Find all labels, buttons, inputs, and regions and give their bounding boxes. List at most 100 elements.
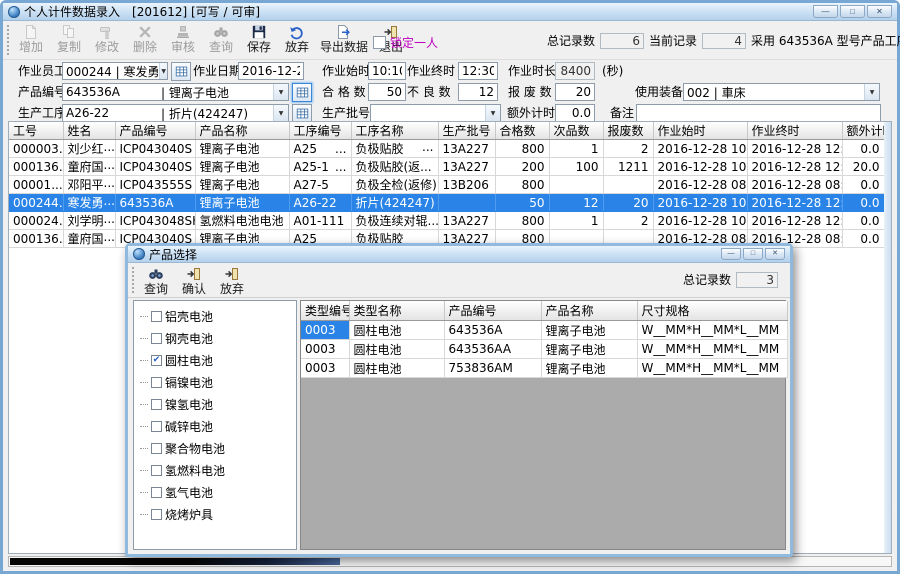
- lock-one-person-checkbox[interactable]: 锁定一人: [373, 34, 438, 51]
- table-cell[interactable]: [438, 194, 495, 212]
- table-cell[interactable]: 负极贴胶(返...: [351, 158, 438, 176]
- table-cell[interactable]: W__MM*H__MM*L__MM: [637, 359, 787, 378]
- batch-combo[interactable]: ▼: [370, 104, 501, 122]
- column-header[interactable]: 工号: [9, 122, 63, 140]
- table-cell[interactable]: 圆柱电池: [349, 340, 444, 359]
- minimize-button[interactable]: —: [721, 248, 741, 260]
- column-header[interactable]: 生产批号: [438, 122, 495, 140]
- table-cell[interactable]: 寒发勇...: [63, 194, 115, 212]
- table-cell[interactable]: 2016-12-28 12:30: [747, 194, 842, 212]
- column-header[interactable]: 类型编号: [301, 301, 349, 321]
- table-cell[interactable]: ICP043555S: [115, 176, 195, 194]
- end-time-field[interactable]: [458, 62, 498, 80]
- equipment-combo[interactable]: 002 | 車床 ▼: [683, 83, 880, 101]
- chevron-down-icon[interactable]: ▼: [864, 84, 879, 100]
- table-cell[interactable]: 643536A: [115, 194, 195, 212]
- table-row[interactable]: 000003...刘少红...ICP043040S锂离子电池A25...负极贴胶…: [9, 140, 884, 158]
- column-header[interactable]: 尺寸规格: [637, 301, 787, 321]
- column-header[interactable]: 产品名称: [195, 122, 289, 140]
- table-cell[interactable]: 圆柱电池: [349, 321, 444, 340]
- table-row[interactable]: 000136...童府国...ICP043040S锂离子电池A25-1...负极…: [9, 158, 884, 176]
- table-cell[interactable]: 锂离子电池: [541, 321, 637, 340]
- process-combo[interactable]: A26-22 | 折片(424247) ▼: [62, 104, 289, 122]
- tree-item-unchecked[interactable]: 聚合物电池: [140, 437, 296, 459]
- duration-field[interactable]: [555, 62, 595, 80]
- checkbox-icon[interactable]: [151, 333, 162, 344]
- chevron-down-icon[interactable]: ▼: [273, 84, 288, 100]
- table-cell[interactable]: 643536A: [444, 321, 541, 340]
- dialog-toolbar-button-confirm-door[interactable]: 确认: [175, 264, 213, 298]
- table-cell[interactable]: 2016-12-28 10:10: [653, 158, 747, 176]
- toolbar-button-undo[interactable]: 放弃: [278, 22, 316, 56]
- close-button[interactable]: ✕: [867, 5, 892, 18]
- maximize-button[interactable]: □: [840, 5, 865, 18]
- current-record-field[interactable]: [702, 33, 746, 49]
- table-cell[interactable]: 13A227: [438, 158, 495, 176]
- column-header[interactable]: 次品数: [549, 122, 603, 140]
- table-cell[interactable]: [549, 176, 603, 194]
- table-cell[interactable]: 2016-12-28 12:30: [747, 158, 842, 176]
- table-cell[interactable]: 锂离子电池: [195, 176, 289, 194]
- product-lookup-button[interactable]: [292, 83, 312, 102]
- table-cell[interactable]: ICP043048SH: [115, 212, 195, 230]
- tree-item-unchecked[interactable]: 镍氢电池: [140, 393, 296, 415]
- column-header[interactable]: 工序名称: [351, 122, 438, 140]
- start-time-field[interactable]: [368, 62, 406, 80]
- table-cell[interactable]: 圆柱电池: [349, 359, 444, 378]
- table-cell[interactable]: 800: [495, 140, 549, 158]
- table-cell[interactable]: 童府国...: [63, 230, 115, 248]
- table-cell[interactable]: 2: [603, 140, 653, 158]
- column-header[interactable]: 额外计时: [842, 122, 884, 140]
- chevron-down-icon[interactable]: ▼: [485, 105, 500, 121]
- table-cell[interactable]: 负极连续对辊...: [351, 212, 438, 230]
- table-cell[interactable]: 2016-12-28 10:10: [653, 194, 747, 212]
- table-cell[interactable]: W__MM*H__MM*L__MM: [637, 340, 787, 359]
- table-cell[interactable]: 2016-12-28 12:30: [747, 212, 842, 230]
- total-records-field[interactable]: [600, 33, 644, 49]
- table-cell[interactable]: 刘少红...: [63, 140, 115, 158]
- table-cell[interactable]: 800: [495, 176, 549, 194]
- tree-item-unchecked[interactable]: 氢燃料电池: [140, 459, 296, 481]
- checkbox-icon[interactable]: [151, 311, 162, 322]
- table-cell[interactable]: 锂离子电池: [541, 340, 637, 359]
- table-cell[interactable]: 锂离子电池: [541, 359, 637, 378]
- table-cell[interactable]: 0003: [301, 359, 349, 378]
- table-cell[interactable]: 20: [603, 194, 653, 212]
- checkbox-icon[interactable]: [151, 487, 162, 498]
- table-cell[interactable]: 200: [495, 158, 549, 176]
- table-cell[interactable]: 643536AA: [444, 340, 541, 359]
- table-cell[interactable]: 0.0: [842, 194, 884, 212]
- table-cell[interactable]: 13B206: [438, 176, 495, 194]
- worker-combo[interactable]: 000244 | 寒发勇 ▼: [62, 62, 168, 80]
- table-cell[interactable]: 000024...: [9, 212, 63, 230]
- table-cell[interactable]: 氢燃料电池电池: [195, 212, 289, 230]
- table-cell[interactable]: 2016-12-28 10:10: [653, 212, 747, 230]
- table-cell[interactable]: 刘学明...: [63, 212, 115, 230]
- table-cell[interactable]: 800: [495, 212, 549, 230]
- tree-item-unchecked[interactable]: 氢气电池: [140, 481, 296, 503]
- table-row[interactable]: 0003圆柱电池753836AM锂离子电池W__MM*H__MM*L__MM: [301, 359, 787, 378]
- column-header[interactable]: 姓名: [63, 122, 115, 140]
- checkbox-icon[interactable]: [151, 399, 162, 410]
- table-cell[interactable]: 2016-12-28 08:00: [747, 176, 842, 194]
- table-cell[interactable]: 13A227: [438, 212, 495, 230]
- table-cell[interactable]: A01-111: [289, 212, 351, 230]
- table-cell[interactable]: 1: [549, 212, 603, 230]
- table-cell[interactable]: 0.0: [842, 176, 884, 194]
- table-cell[interactable]: 13A227: [438, 140, 495, 158]
- table-cell[interactable]: ICP043040S: [115, 140, 195, 158]
- column-header[interactable]: 类型名称: [349, 301, 444, 321]
- table-cell[interactable]: A27-5: [289, 176, 351, 194]
- table-cell[interactable]: 0003: [301, 321, 349, 340]
- tree-item-unchecked[interactable]: 镉镍电池: [140, 371, 296, 393]
- table-cell[interactable]: 00001...: [9, 176, 63, 194]
- chevron-down-icon[interactable]: ▼: [159, 63, 167, 79]
- table-cell[interactable]: [603, 176, 653, 194]
- tree-item-unchecked[interactable]: 碱锌电池: [140, 415, 296, 437]
- table-cell[interactable]: 邓阳平...: [63, 176, 115, 194]
- close-button[interactable]: ✕: [765, 248, 785, 260]
- qualified-field[interactable]: [368, 83, 406, 101]
- table-cell[interactable]: 负极全检(返修)D: [351, 176, 438, 194]
- table-cell[interactable]: W__MM*H__MM*L__MM: [637, 321, 787, 340]
- scrap-field[interactable]: [555, 83, 595, 101]
